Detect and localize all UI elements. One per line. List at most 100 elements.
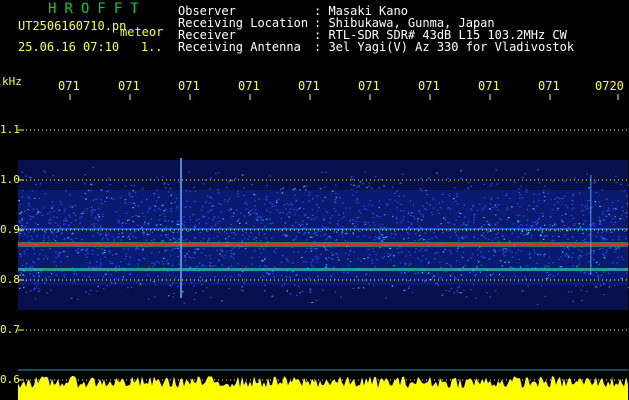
noise-speckle: [483, 197, 486, 199]
noise-speckle: [92, 208, 94, 210]
noise-speckle: [617, 256, 619, 258]
noise-speckle: [598, 248, 601, 250]
noise-speckle: [379, 247, 381, 249]
noise-speckle: [100, 226, 102, 228]
noise-speckle: [461, 224, 463, 226]
noise-speckle: [87, 189, 90, 192]
noise-speckle: [156, 176, 158, 178]
noise-speckle: [37, 258, 40, 260]
noise-speckle: [437, 273, 439, 275]
noise-speckle: [215, 225, 217, 227]
noise-speckle: [25, 222, 28, 224]
noise-speckle: [584, 220, 587, 222]
noise-speckle: [202, 248, 205, 250]
noise-speckle: [286, 290, 288, 292]
noise-speckle: [19, 253, 21, 255]
noise-speckle: [547, 274, 550, 276]
noise-speckle: [68, 214, 70, 216]
noise-speckle: [403, 195, 406, 197]
noise-speckle: [289, 211, 291, 213]
noise-speckle: [530, 234, 533, 236]
noise-speckle: [618, 247, 620, 249]
noise-speckle: [532, 208, 535, 210]
noise-speckle: [308, 231, 310, 233]
noise-speckle: [424, 279, 426, 281]
noise-speckle: [597, 275, 599, 277]
noise-speckle: [387, 256, 389, 258]
noise-speckle: [313, 248, 316, 250]
noise-speckle: [141, 188, 144, 190]
noise-speckle: [603, 283, 605, 285]
noise-speckle: [121, 222, 124, 224]
noise-speckle: [153, 209, 156, 211]
noise-speckle: [553, 239, 555, 242]
noise-speckle: [303, 261, 305, 263]
noise-speckle: [408, 211, 410, 213]
noise-speckle: [19, 204, 21, 206]
noise-speckle: [38, 291, 40, 293]
noise-speckle: [170, 202, 173, 204]
noise-speckle: [172, 232, 175, 234]
noise-speckle: [271, 222, 273, 224]
noise-speckle: [368, 204, 371, 206]
noise-speckle: [245, 208, 247, 210]
noise-speckle: [51, 231, 53, 233]
noise-speckle: [407, 221, 409, 223]
noise-speckle: [453, 223, 456, 225]
noise-speckle: [495, 214, 497, 216]
noise-speckle: [381, 239, 384, 242]
noise-speckle: [398, 195, 400, 197]
noise-speckle: [187, 230, 189, 232]
noise-speckle: [450, 287, 453, 289]
noise-speckle: [559, 230, 562, 232]
noise-speckle: [177, 255, 179, 258]
noise-speckle: [105, 232, 107, 234]
noise-speckle: [250, 209, 253, 211]
noise-speckle: [437, 251, 439, 253]
noise-speckle: [400, 221, 402, 223]
noise-speckle: [22, 274, 24, 276]
noise-speckle: [586, 207, 589, 209]
noise-speckle: [494, 290, 497, 292]
frequency-label: 0.9: [0, 223, 20, 236]
noise-speckle: [127, 263, 129, 265]
noise-speckle: [301, 256, 303, 259]
noise-speckle: [607, 207, 610, 209]
noise-speckle: [326, 258, 328, 261]
noise-speckle: [414, 240, 416, 242]
noise-speckle: [386, 203, 389, 205]
noise-speckle: [570, 291, 573, 293]
noise-speckle: [403, 289, 406, 291]
noise-speckle: [284, 221, 287, 224]
noise-speckle: [435, 252, 437, 254]
noise-speckle: [368, 237, 371, 239]
noise-speckle: [411, 292, 413, 294]
noise-speckle: [596, 231, 599, 233]
noise-speckle: [358, 185, 360, 187]
noise-speckle: [120, 261, 122, 263]
noise-speckle: [79, 217, 81, 219]
noise-speckle: [360, 260, 362, 263]
noise-speckle: [539, 235, 542, 237]
noise-speckle: [267, 273, 270, 275]
noise-speckle: [587, 188, 590, 190]
noise-speckle: [286, 203, 288, 205]
spectrogram-plot: [18, 94, 629, 400]
noise-speckle: [263, 233, 266, 235]
noise-speckle: [564, 255, 566, 257]
noise-speckle: [421, 247, 423, 249]
noise-speckle: [216, 250, 219, 252]
noise-speckle: [546, 235, 548, 237]
noise-speckle: [295, 274, 298, 276]
noise-speckle: [520, 250, 523, 252]
noise-speckle: [351, 188, 353, 191]
noise-speckle: [109, 260, 111, 262]
noise-speckle: [423, 208, 426, 210]
noise-speckle: [489, 203, 492, 205]
noise-speckle: [480, 264, 483, 266]
noise-speckle: [217, 189, 219, 191]
noise-speckle: [448, 222, 451, 224]
noise-speckle: [135, 214, 137, 216]
noise-speckle: [472, 253, 474, 255]
noise-speckle: [301, 290, 304, 293]
